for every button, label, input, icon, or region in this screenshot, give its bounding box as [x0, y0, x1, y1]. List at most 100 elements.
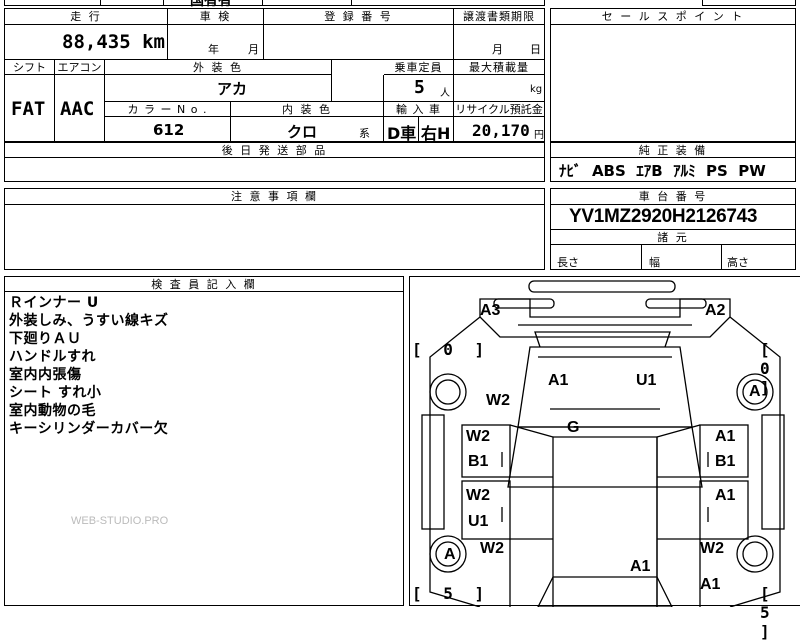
mark-right-rear-door-1: A1 — [715, 487, 736, 504]
dim-div-2 — [721, 245, 722, 270]
interior-color-cell: 内 装 色 クロ 系 — [231, 102, 384, 142]
inspector-notes-list: Ｒインナー U 外装しみ、うすい線キズ 下廻りＡＵ ハンドルすれ 室内内張傷 シ… — [9, 294, 169, 438]
max-load-cell: 最大積載量 kg — [454, 60, 544, 102]
note-line: ハンドルすれ — [9, 349, 96, 365]
shift-cell: シフト FAT — [5, 60, 55, 142]
shift-header: シフト — [5, 60, 54, 75]
import-divider — [418, 117, 419, 142]
cautions-box: 注 意 事 項 欄 — [4, 188, 545, 270]
registration-header: 登 録 番 号 — [264, 9, 453, 25]
bracket-left-bottom: [ 5 ] — [412, 584, 491, 603]
interior-color-suffix: 系 — [359, 127, 370, 140]
mark-w2-left-front: W2 — [486, 392, 510, 409]
color-no-value: 612 — [153, 121, 185, 139]
mark-a2: A2 — [705, 302, 726, 319]
aircon-value: AAC — [60, 98, 95, 120]
note-line: 下廻りＡＵ — [9, 331, 82, 347]
chassis-box: 車 台 番 号 YV1MZ2920H2126743 — [550, 188, 796, 230]
inspector-notes-box: 検 査 員 記 入 欄 Ｒインナー U 外装しみ、うすい線キズ 下廻りＡＵ ハン… — [4, 276, 404, 606]
exterior-color-header: 外 装 色 — [105, 60, 331, 75]
mark-right-front-door-1: A1 — [715, 428, 736, 445]
dimensions-header: 諸 元 — [551, 230, 795, 245]
mileage-cell: 走 行 88,435 km — [5, 9, 168, 60]
aircon-cell: エアコン AAC — [55, 60, 105, 142]
note-line: キーシリンダーカバー欠 — [9, 421, 169, 437]
inspection-header: 車 検 — [168, 9, 263, 25]
color-no-header: カ ラ ー N o . — [105, 102, 230, 117]
capacity-header: 乗車定員 — [384, 60, 453, 75]
registration-cell: 登 録 番 号 — [264, 9, 454, 60]
mark-w2-right-rear: W2 — [700, 540, 724, 557]
cautions-header: 注 意 事 項 欄 — [5, 189, 544, 205]
transfer-deadline-header: 譲渡書類期限 — [454, 9, 544, 25]
mileage-header: 走 行 — [5, 9, 167, 25]
mark-tire-right-front: A — [749, 383, 761, 400]
mark-a3: A3 — [480, 302, 501, 319]
dimensions-box: 諸 元 長さ 幅 高さ — [550, 229, 796, 270]
mileage-number: 88,435 — [62, 31, 131, 53]
max-load-header: 最大積載量 — [454, 60, 544, 75]
bracket-right-bottom: [ 5 ] — [760, 584, 776, 641]
mark-hood-left: A1 — [548, 372, 569, 389]
exterior-color-extra — [332, 75, 384, 102]
recycle-cell: リサイクル預託金 20,170 円 — [454, 102, 544, 142]
mark-rear-right: A1 — [700, 576, 721, 593]
mark-left-front-door-2: B1 — [468, 453, 489, 470]
import-cell: 輸 入 車 D車 右H — [384, 102, 454, 143]
chassis-header: 車 台 番 号 — [551, 189, 795, 205]
recycle-header: リサイクル預託金 — [454, 102, 544, 117]
dim-height-label: 高さ — [727, 256, 749, 269]
chassis-value: YV1MZ2920H2126743 — [569, 206, 758, 227]
vehicle-info-table: 走 行 88,435 km 車 検 年 月 登 録 番 号 譲渡書類期限 月 日… — [4, 8, 545, 143]
mark-hood-right: U1 — [636, 372, 657, 389]
exterior-color-value: アカ — [217, 80, 248, 98]
dim-length-label: 長さ — [557, 256, 579, 269]
note-line: 外装しみ、うすい線キズ — [9, 313, 169, 329]
deferred-parts-header: 後 日 発 送 部 品 — [5, 143, 544, 158]
capacity-cell: 乗車定員 5 人 — [384, 60, 454, 102]
transfer-day-unit: 日 — [530, 43, 541, 56]
mark-windshield: G — [567, 419, 580, 436]
sales-points-header: セ ー ル ス ポ イ ン ト — [551, 9, 795, 25]
import-header: 輸 入 車 — [384, 102, 453, 117]
note-line: Ｒインナー U — [9, 295, 99, 311]
car-diagram-box: A3 A2 [ 0 ] [ 0 ] A1 U1 W2 A G W2 B1 A1 … — [409, 276, 800, 641]
capacity-unit: 人 — [440, 88, 450, 99]
max-load-unit: kg — [530, 84, 543, 95]
capacity-value: 5 — [414, 77, 425, 98]
aircon-header: エアコン — [55, 60, 104, 75]
interior-color-header: 内 装 色 — [231, 102, 383, 117]
mark-left-rear-door-1: W2 — [466, 487, 490, 504]
genuine-equipment-box: 純 正 装 備 ﾅﾋﾞ ABS ｴｱB ｱﾙﾐ PS PW — [550, 142, 796, 182]
mark-tire-left-rear: A — [444, 546, 456, 563]
sales-points-box: セ ー ル ス ポ イ ン ト — [550, 8, 796, 142]
top-right-cut-row — [702, 0, 796, 6]
inspection-cell: 車 検 年 月 — [168, 9, 264, 60]
transfer-month-unit: 月 — [492, 43, 503, 56]
recycle-value: 20,170 — [472, 121, 530, 140]
bracket-left-top: [ 0 ] — [412, 340, 491, 359]
mileage-unit: km — [142, 31, 165, 53]
transfer-deadline-cell: 譲渡書類期限 月 日 — [454, 9, 544, 60]
mark-rear-center: A1 — [630, 558, 651, 575]
mark-right-front-door-2: B1 — [715, 453, 736, 470]
shift-value: FAT — [11, 98, 46, 120]
genuine-equipment-items: ﾅﾋﾞ ABS ｴｱB ｱﾙﾐ PS PW — [559, 162, 766, 180]
import-steering: 右H — [421, 124, 451, 143]
dim-div-1 — [641, 245, 642, 270]
recycle-unit: 円 — [534, 130, 544, 141]
mark-left-rear-door-2: U1 — [468, 513, 489, 530]
color-no-cell: カ ラ ー N o . 612 — [105, 102, 231, 142]
genuine-equipment-header: 純 正 装 備 — [551, 143, 795, 158]
note-line: 室内内張傷 — [9, 367, 82, 383]
inspection-year-unit: 年 — [208, 43, 219, 56]
note-line: シート すれ小 — [9, 385, 102, 401]
deferred-parts-box: 後 日 発 送 部 品 — [4, 142, 545, 182]
watermark: WEB-STUDIO.PRO — [71, 515, 169, 527]
note-line: 室内動物の毛 — [9, 403, 96, 419]
import-type: D車 — [387, 124, 417, 143]
inspector-notes-header: 検 査 員 記 入 欄 — [5, 277, 403, 292]
top-cut-box-left — [100, 0, 164, 6]
mileage-value: 88,435 km — [62, 31, 165, 53]
dim-width-label: 幅 — [649, 256, 660, 269]
